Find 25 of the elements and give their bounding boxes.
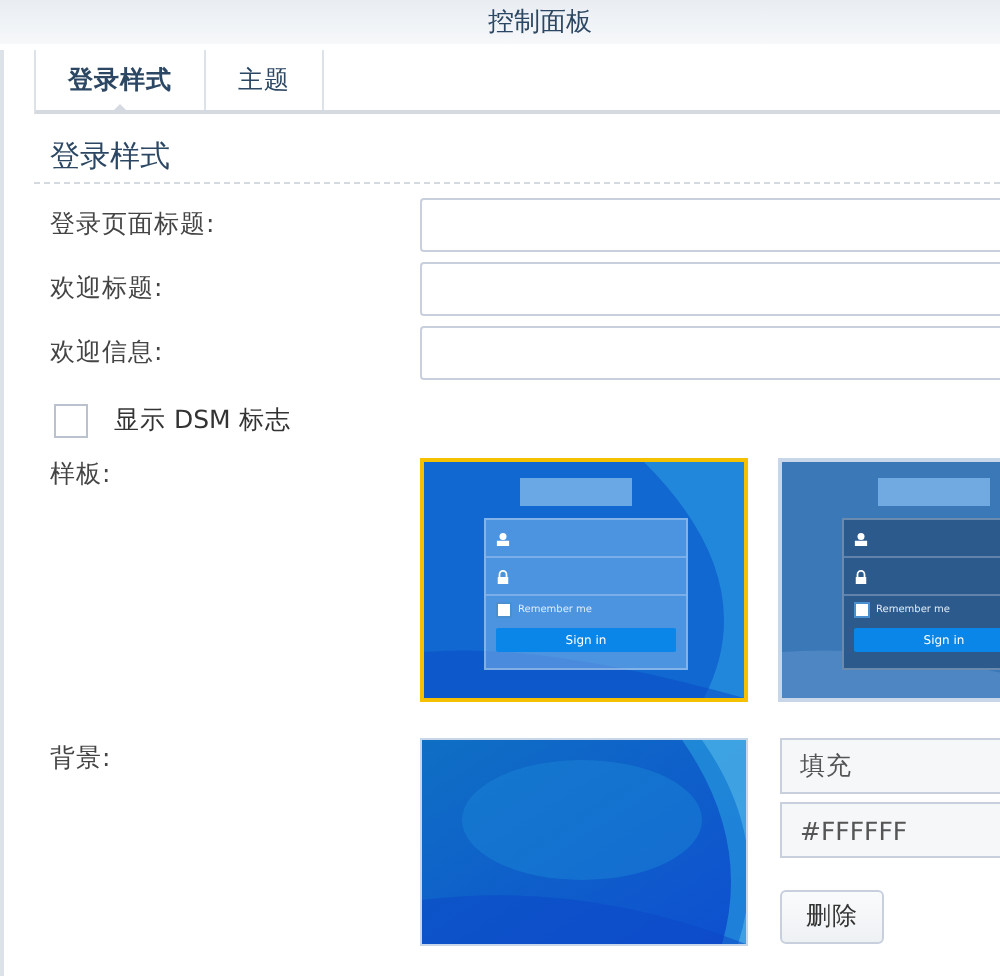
blurred-title	[878, 478, 990, 506]
section-title: 登录样式	[34, 114, 1000, 184]
input-field[interactable]	[420, 326, 1000, 380]
tab[interactable]: 登录样式	[36, 50, 206, 110]
checkbox-icon	[854, 602, 870, 618]
delete-button[interactable]: 删除	[780, 890, 884, 944]
color-field[interactable]: #FFFFFF	[780, 802, 1000, 858]
user-icon	[854, 531, 868, 545]
field-label: 登录页面标题:	[48, 208, 217, 242]
lock-icon	[854, 569, 868, 583]
user-icon	[496, 531, 510, 545]
fill-dropdown[interactable]: 填充	[780, 738, 1000, 794]
tab[interactable]: 主题	[206, 50, 324, 110]
lock-icon	[496, 569, 510, 583]
input-field[interactable]	[420, 198, 1000, 252]
checkbox-label: 显示 DSM 标志	[114, 403, 291, 437]
field-label: 背景:	[48, 740, 113, 776]
field-label: 欢迎标题:	[48, 272, 165, 306]
checkbox[interactable]	[54, 403, 88, 437]
window-title: 控制面板	[488, 6, 592, 40]
input-field[interactable]	[420, 262, 1000, 316]
checkbox-icon	[496, 602, 512, 618]
field-label: 欢迎信息:	[48, 336, 165, 370]
field-label: 样板:	[48, 458, 113, 492]
blurred-title	[520, 478, 632, 506]
